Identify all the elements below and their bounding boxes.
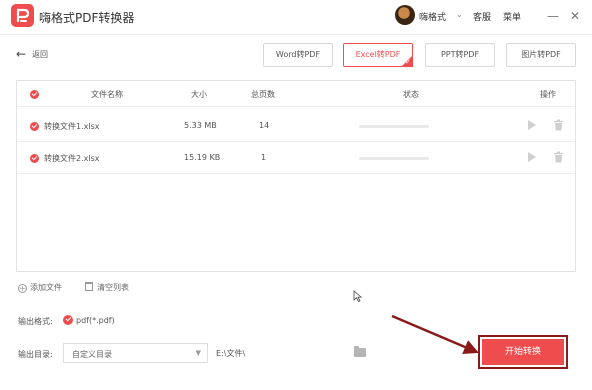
trash-icon[interactable]: [553, 119, 564, 131]
table-row[interactable]: 转换文件2.xlsx 15.19 KB 1: [17, 142, 575, 174]
clear-list-button[interactable]: 清空列表: [85, 282, 129, 293]
progress-bar: [359, 157, 429, 160]
output-dir-label: 输出目录:: [18, 350, 53, 359]
annotation-arrow-icon: [391, 314, 479, 354]
page-count: 1: [261, 153, 267, 162]
progress-bar: [359, 125, 429, 128]
chevron-down-icon: ▼: [195, 349, 201, 357]
clear-list-label: 清空列表: [97, 283, 129, 292]
tab-label: Word转PDF: [275, 50, 321, 59]
tab-label: Excel转PDF: [355, 50, 401, 59]
avatar[interactable]: [395, 5, 415, 25]
table-row[interactable]: 转换文件1.xlsx 5.33 MB 14: [17, 110, 575, 142]
folder-icon[interactable]: [354, 346, 366, 357]
mouse-cursor-icon: [353, 290, 362, 302]
format-radio[interactable]: [63, 315, 73, 325]
page-count: 14: [259, 121, 270, 130]
tab-image-to-pdf[interactable]: 图片转PDF: [506, 43, 576, 67]
add-file-label: 添加文件: [30, 283, 62, 292]
row-checkbox[interactable]: [30, 122, 39, 131]
dir-option: 自定义目录: [72, 350, 112, 359]
file-size: 15.19 KB: [184, 153, 221, 162]
play-icon[interactable]: [528, 152, 536, 162]
file-name: 转换文件1.xlsx: [44, 122, 100, 131]
back-arrow-icon: ←: [16, 47, 27, 61]
file-name: 转换文件2.xlsx: [44, 154, 100, 163]
trash-icon[interactable]: [553, 151, 564, 163]
tab-label: 图片转PDF: [521, 50, 561, 59]
back-label: 返回: [32, 50, 49, 59]
output-dir-select[interactable]: 自定义目录 ▼: [63, 343, 208, 363]
select-all-checkbox[interactable]: [30, 90, 39, 99]
tab-excel-to-pdf[interactable]: Excel转PDF ✓: [343, 43, 413, 67]
file-size: 5.33 MB: [184, 121, 217, 130]
start-convert-button[interactable]: 开始转换: [478, 335, 568, 369]
app-title: 嗨格式PDF转换器: [39, 11, 135, 25]
close-icon[interactable]: ✕: [567, 8, 583, 24]
column-size-header: 大小: [191, 90, 207, 99]
column-pages-header: 总页数: [251, 90, 275, 99]
table-header: 文件名称 大小 总页数 状态 操作: [17, 81, 575, 107]
title-bar: 嗨格式PDF转换器 嗨格式 ⌄ 客服 菜单 — ✕: [0, 0, 592, 35]
back-button[interactable]: ← 返回: [16, 47, 48, 61]
column-status-header: 状态: [403, 90, 419, 99]
tab-label: PPT转PDF: [440, 50, 480, 59]
app-logo-icon: [11, 4, 34, 27]
file-table: 文件名称 大小 总页数 状态 操作 转换文件1.xlsx 5.33 MB 14 …: [16, 80, 576, 272]
format-value: pdf(*.pdf): [76, 316, 115, 325]
start-convert-label: 开始转换: [482, 339, 564, 365]
menu-link[interactable]: 菜单: [503, 10, 521, 23]
output-dir-path: E:\文件\: [216, 349, 246, 358]
output-format-label: 输出格式:: [18, 317, 53, 326]
minimize-icon[interactable]: —: [545, 8, 561, 24]
tab-ppt-to-pdf[interactable]: PPT转PDF: [425, 43, 495, 67]
column-name-header: 文件名称: [91, 90, 123, 99]
customer-service-link[interactable]: 客服: [473, 10, 491, 23]
plus-icon: +: [18, 284, 27, 293]
play-icon[interactable]: [528, 120, 536, 130]
trash-icon: [85, 282, 93, 291]
add-file-button[interactable]: + 添加文件: [18, 282, 62, 293]
tab-word-to-pdf[interactable]: Word转PDF: [263, 43, 333, 67]
row-checkbox[interactable]: [30, 154, 39, 163]
column-action-header: 操作: [540, 90, 556, 99]
user-name[interactable]: 嗨格式: [419, 10, 446, 23]
user-dropdown-chevron-icon[interactable]: ⌄: [456, 10, 463, 19]
check-icon: ✓: [405, 58, 411, 66]
